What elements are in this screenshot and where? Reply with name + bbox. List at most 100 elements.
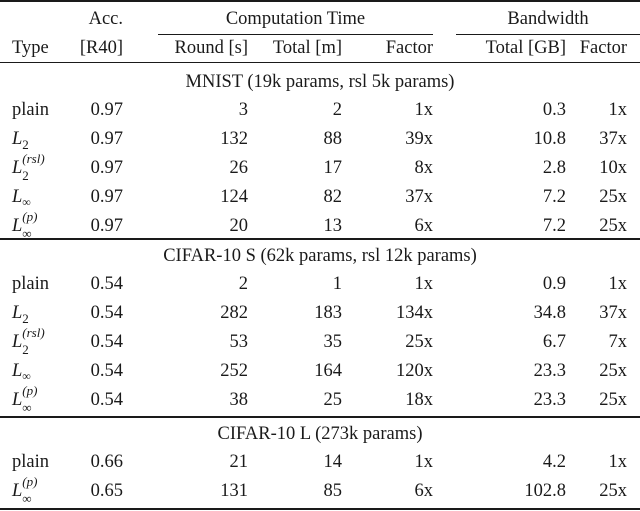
cell-bw-total: 0.3 [542,100,566,120]
cell-round: 282 [220,303,248,323]
type-label: plain [12,100,49,120]
cell-factor: 37x [405,187,433,207]
cell-bw-total: 6.7 [542,332,566,352]
cell-bw-total: 0.9 [542,274,566,294]
header-bandwidth: Bandwidth [507,9,589,29]
header-total-m: Total [m] [272,38,342,58]
section-rule [0,238,640,240]
type-symbol-L: L [12,129,23,149]
cell-bw-factor: 25x [599,481,627,501]
cell-acc: 0.54 [90,332,123,352]
top-rule [0,0,640,2]
cell-total: 183 [314,303,342,323]
cell-bw-total: 7.2 [542,187,566,207]
type-superscript-subscript: (rsl) 2 [22,325,52,357]
cell-total: 35 [323,332,343,352]
cell-total: 14 [323,452,343,472]
cell-acc: 0.97 [90,129,123,149]
cell-bw-total: 102.8 [524,481,566,501]
type-symbol-L: L [12,187,23,207]
type-symbol-L: L [12,303,23,323]
type-superscript-subscript: (p) ∞ [22,209,52,241]
bottom-rule [0,508,640,510]
cell-bw-total: 4.2 [542,452,566,472]
header-round: Round [s] [174,38,249,58]
cell-round: 2 [238,274,248,294]
cell-round: 132 [220,129,248,149]
type-symbol-L: L [12,216,23,236]
type-subscript: ∞ [22,491,32,506]
cell-bw-factor: 25x [599,187,627,207]
cell-factor: 6x [414,481,434,501]
cell-total: 17 [323,158,343,178]
cell-acc: 0.54 [90,361,123,381]
cell-factor: 18x [405,390,433,410]
cell-factor: 39x [405,129,433,149]
cell-round: 26 [229,158,249,178]
cell-acc: 0.97 [90,158,123,178]
section-title: CIFAR-10 L (273k params) [217,424,423,444]
cell-bw-factor: 25x [599,216,627,236]
type-cell: L (p) ∞ [12,209,52,241]
type-cell: L (p) ∞ [12,474,52,506]
cell-bw-total: 23.3 [533,390,566,410]
type-cell: plain [12,99,49,121]
cell-factor: 25x [405,332,433,352]
type-symbol-L: L [12,332,23,352]
type-symbol-L: L [12,158,23,178]
cell-bw-factor: 10x [599,158,627,178]
type-subscript: ∞ [22,226,32,241]
cell-round: 21 [229,452,249,472]
cell-total: 82 [323,187,343,207]
type-superscript-subscript: (p) ∞ [22,383,52,415]
cell-factor: 120x [396,361,433,381]
type-label: plain [12,452,49,472]
cell-factor: 1x [414,100,434,120]
type-symbol-L: L [12,361,23,381]
cell-bw-factor: 37x [599,129,627,149]
cell-acc: 0.66 [90,452,123,472]
cell-bw-factor: 37x [599,303,627,323]
cell-round: 252 [220,361,248,381]
type-superscript-subscript: (rsl) 2 [22,151,52,183]
cell-total: 2 [332,100,342,120]
cell-bw-total: 23.3 [533,361,566,381]
cell-factor: 134x [396,303,433,323]
cell-total: 13 [323,216,343,236]
cell-total: 25 [323,390,343,410]
cell-acc: 0.54 [90,390,123,410]
type-symbol-L: L [12,481,23,501]
cell-bw-factor: 25x [599,390,627,410]
type-cell: L (p) ∞ [12,383,52,415]
type-cell: plain [12,273,49,295]
cell-bw-total: 7.2 [542,216,566,236]
cell-total: 85 [323,481,343,501]
section-rule [0,416,640,418]
cell-bw-factor: 1x [608,274,628,294]
header-factor-bw: Factor [579,38,627,58]
cell-bw-factor: 25x [599,361,627,381]
cell-acc: 0.54 [90,274,123,294]
cell-acc: 0.97 [90,100,123,120]
cell-bw-factor: 7x [608,332,628,352]
cell-acc: 0.97 [90,187,123,207]
header-computation-time: Computation Time [225,9,366,29]
section-title: MNIST (19k params, rsl 5k params) [185,72,455,92]
computation-time-cmidrule [158,34,433,35]
header-acc: Acc. [88,9,123,29]
cell-factor: 1x [414,274,434,294]
type-subscript: 2 [22,168,29,183]
header-rule [0,62,640,63]
cell-acc: 0.97 [90,216,123,236]
section-title: CIFAR-10 S (62k params, rsl 12k params) [163,246,477,266]
cell-round: 131 [220,481,248,501]
header-total-gb: Total [GB] [485,38,566,58]
type-cell: L (rsl) 2 [12,325,52,357]
header-factor-ct: Factor [385,38,433,58]
cell-round: 124 [220,187,248,207]
cell-bw-total: 10.8 [533,129,566,149]
cell-acc: 0.54 [90,303,123,323]
cell-bw-factor: 1x [608,100,628,120]
cell-round: 3 [238,100,248,120]
cell-bw-factor: 1x [608,452,628,472]
